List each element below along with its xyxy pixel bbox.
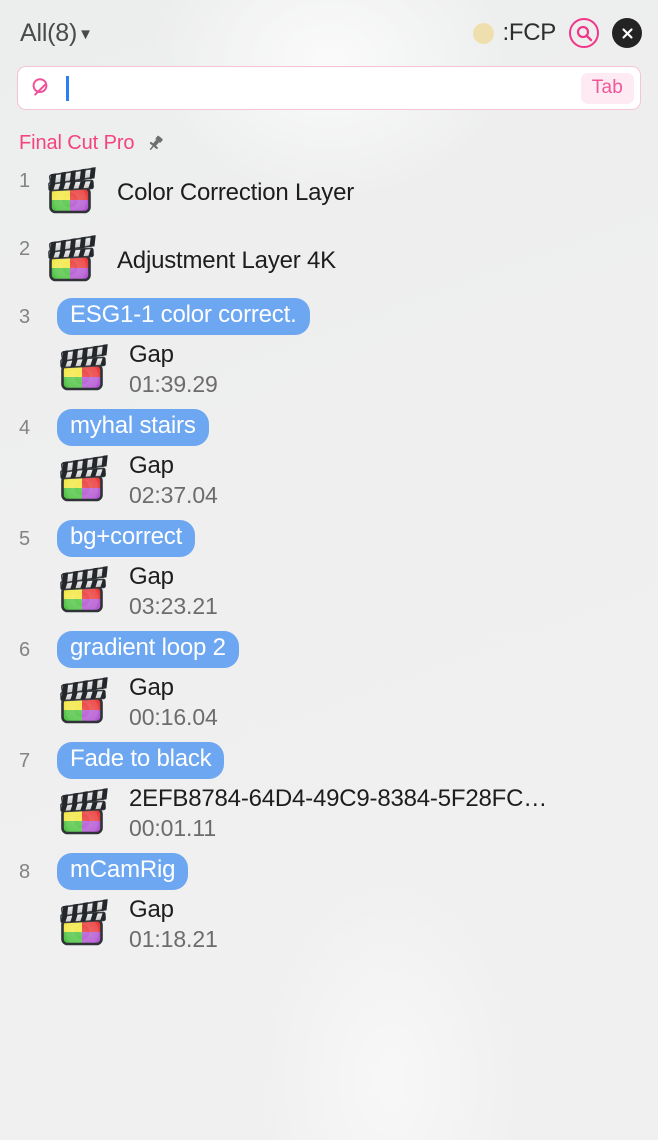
header-bar: All(8) ▼ :FCP [0, 0, 658, 66]
list-item-body: Color Correction Layer [45, 161, 658, 225]
tab-hint-chip[interactable]: Tab [580, 72, 634, 104]
list-item[interactable]: 5 bg+correct Gap 03:23.21 [0, 519, 658, 630]
list-item-body: bg+correct Gap 03:23.21 [45, 519, 658, 630]
list-item-timecode: 02:37.04 [129, 482, 218, 508]
filter-dropdown[interactable]: All(8) ▼ [20, 19, 93, 48]
list-item-timecode: 03:23.21 [129, 593, 218, 619]
list-item-index: 2 [19, 238, 31, 260]
search-icon [30, 76, 54, 100]
group-title: Final Cut Pro [19, 132, 135, 154]
list-item-subtitle: 2EFB8784-64D4-49C9-8384-5F28FC… [129, 785, 548, 812]
list-item-detail[interactable]: Gap 02:37.04 [45, 446, 658, 519]
search-bar-container: Tab [0, 66, 658, 110]
list-item-subtitle: Gap [129, 896, 174, 923]
pin-icon[interactable] [146, 134, 165, 153]
list-item-subtitle: Gap [129, 674, 174, 701]
final-cut-pro-icon [57, 454, 109, 507]
list-item-index: 4 [19, 417, 31, 439]
final-cut-pro-icon [45, 235, 97, 287]
list-item-detail-text: 2EFB8784-64D4-49C9-8384-5F28FC… 00:01.11 [129, 785, 658, 842]
list-item-subtitle: Gap [129, 563, 174, 590]
list-item-detail[interactable]: Gap 01:18.21 [45, 890, 658, 963]
list-item-index: 6 [19, 639, 31, 661]
list-item-detail-text: Gap 01:18.21 [129, 896, 658, 953]
list-item-main: Adjustment Layer 4K [45, 229, 658, 293]
final-cut-pro-icon [57, 787, 109, 840]
list-item-badge[interactable]: ESG1-1 color correct. [57, 298, 310, 335]
list-item-subtitle: Gap [129, 452, 174, 479]
list-item-body: Adjustment Layer 4K [45, 229, 658, 293]
filter-dropdown-label: All(8) [20, 18, 78, 47]
list-item-timecode: 01:18.21 [129, 926, 218, 952]
list-item-body: myhal stairs Gap 02:37.04 [45, 408, 658, 519]
list-item-title: Adjustment Layer 4K [117, 247, 336, 274]
search-bar[interactable]: Tab [17, 66, 641, 110]
list-item-body: ESG1-1 color correct. Gap 01:39.29 [45, 297, 658, 408]
list-item-detail[interactable]: Gap 03:23.21 [45, 557, 658, 630]
list-item-detail[interactable]: 2EFB8784-64D4-49C9-8384-5F28FC… 00:01.11 [45, 779, 658, 852]
quick-launcher-window: All(8) ▼ :FCP Tab Final Cut Pro 1 Color … [0, 0, 658, 1140]
list-item[interactable]: 8 mCamRig Gap 01:18.21 [0, 852, 658, 963]
list-item-detail-text: Gap 02:37.04 [129, 452, 658, 509]
list-item[interactable]: 4 myhal stairs Gap 02:37.04 [0, 408, 658, 519]
list-item-main: Color Correction Layer [45, 161, 658, 225]
list-item-badge[interactable]: gradient loop 2 [57, 631, 239, 668]
list-item-body: mCamRig Gap 01:18.21 [45, 852, 658, 963]
list-item[interactable]: 2 Adjustment Layer 4K [0, 229, 658, 297]
list-item-badge[interactable]: myhal stairs [57, 409, 209, 446]
list-item-index: 1 [19, 170, 31, 192]
search-icon[interactable] [569, 18, 599, 48]
app-scope-label: :FCP [502, 19, 557, 46]
list-item-badge[interactable]: bg+correct [57, 520, 196, 557]
list-item-index: 7 [19, 750, 31, 772]
search-input[interactable] [68, 76, 581, 100]
list-item-badge[interactable]: Fade to black [57, 742, 225, 779]
close-icon[interactable] [612, 18, 642, 48]
list-item-body: Fade to black 2EFB8784-64D4-49C9-8384-5F… [45, 741, 658, 852]
list-item-index: 8 [19, 861, 31, 883]
final-cut-pro-icon [57, 565, 109, 618]
list-item-index: 5 [19, 528, 31, 550]
list-item[interactable]: 1 Color Correction Layer [0, 161, 658, 229]
list-item-title: Color Correction Layer [117, 179, 355, 206]
app-status-dot [472, 22, 494, 44]
list-item[interactable]: 3 ESG1-1 color correct. Gap 01:39.29 [0, 297, 658, 408]
chevron-down-icon: ▼ [78, 25, 93, 43]
list-item-timecode: 00:01.11 [129, 815, 217, 841]
list-item-detail-text: Gap 01:39.29 [129, 341, 658, 398]
list-item-subtitle: Gap [129, 341, 174, 368]
final-cut-pro-icon [57, 898, 109, 951]
list-item-body: gradient loop 2 Gap 00:16.04 [45, 630, 658, 741]
list-item-index: 3 [19, 306, 31, 328]
list-item[interactable]: 7 Fade to black 2EFB8784-64D4-49C9-8384-… [0, 741, 658, 852]
list-item-detail-text: Gap 03:23.21 [129, 563, 658, 620]
final-cut-pro-icon [45, 167, 97, 219]
list-item-badge[interactable]: mCamRig [57, 853, 189, 890]
list-item-timecode: 01:39.29 [129, 371, 218, 397]
result-list: 1 Color Correction Layer 2 Adjustment La… [0, 161, 658, 971]
list-item-detail-text: Gap 00:16.04 [129, 674, 658, 731]
final-cut-pro-icon [57, 343, 109, 396]
group-header: Final Cut Pro [0, 110, 658, 161]
list-item-timecode: 00:16.04 [129, 704, 218, 730]
list-item-detail[interactable]: Gap 01:39.29 [45, 335, 658, 408]
header-actions: :FCP [472, 18, 642, 48]
list-item-detail[interactable]: Gap 00:16.04 [45, 668, 658, 741]
final-cut-pro-icon [57, 676, 109, 729]
list-item[interactable]: 6 gradient loop 2 Gap 00:16.04 [0, 630, 658, 741]
